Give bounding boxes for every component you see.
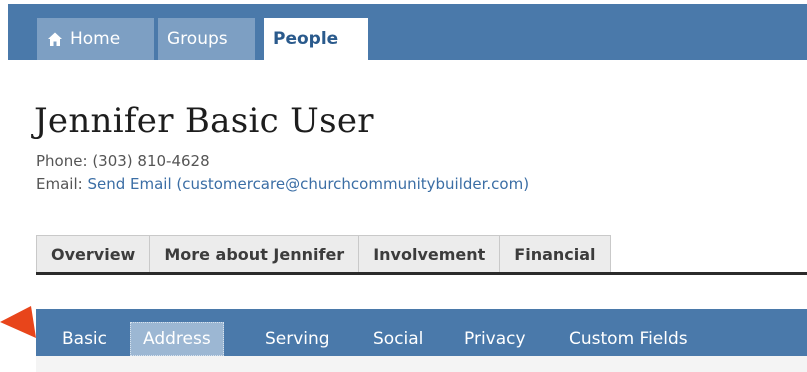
subnav-content-strip [36,356,807,372]
tab-overview[interactable]: Overview [37,236,151,273]
subtab-custom-fields[interactable]: Custom Fields [569,322,688,356]
subtab-basic[interactable]: Basic [62,322,107,356]
callout-arrow-icon [0,306,36,338]
top-nav-bar: Home Groups People [8,4,807,60]
phone-label: Phone: [36,152,88,170]
subtab-address[interactable]: Address [130,322,224,356]
email-address-link[interactable]: (customercare@churchcommunitybuilder.com… [176,175,529,193]
tab-home[interactable]: Home [37,18,154,60]
email-label: Email: [36,175,83,193]
tabs-divider [36,272,807,275]
phone-line: Phone: (303) 810-4628 [36,152,210,170]
tab-financial[interactable]: Financial [500,236,610,273]
person-name: Jennifer Basic User [34,101,374,141]
send-email-link[interactable]: Send Email [87,175,171,193]
home-icon [48,32,62,46]
tab-involvement[interactable]: Involvement [359,236,501,273]
email-line: Email: Send Email (customercare@churchco… [36,175,529,193]
subtab-privacy[interactable]: Privacy [464,322,526,356]
tab-home-label: Home [70,29,121,49]
profile-tabs: Overview More about Jennifer Involvement… [36,235,611,273]
tab-groups-label: Groups [167,29,228,49]
tab-people[interactable]: People [264,18,368,60]
phone-number: (303) 810-4628 [92,152,210,170]
subtab-social[interactable]: Social [373,322,423,356]
tab-groups[interactable]: Groups [158,18,255,60]
tab-people-label: People [273,29,339,49]
subtab-serving[interactable]: Serving [265,322,330,356]
tab-more-about[interactable]: More about Jennifer [150,236,360,273]
